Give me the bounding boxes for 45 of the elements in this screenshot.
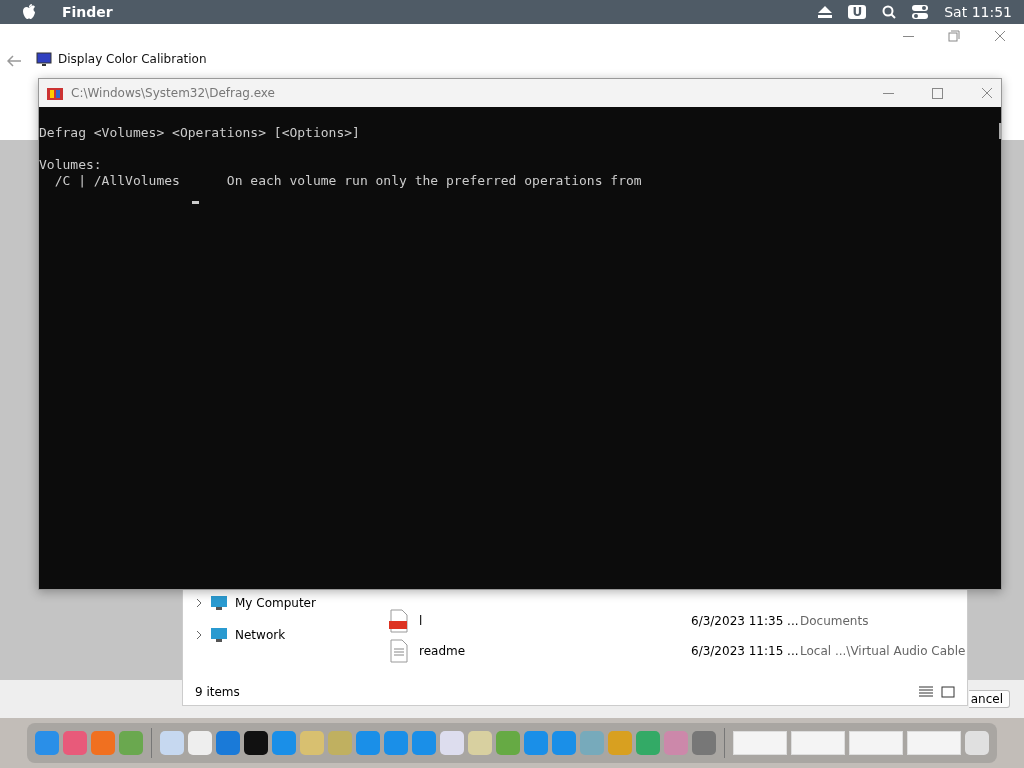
restore-icon[interactable] — [948, 30, 960, 42]
file-date: 6/3/2023 11:35 ... — [691, 614, 800, 628]
input-badge[interactable]: U — [848, 5, 867, 19]
apple-logo-icon[interactable] — [22, 4, 36, 20]
file-name[interactable]: l — [419, 614, 691, 628]
file-date: 6/3/2023 11:15 ... — [691, 644, 800, 658]
tile-view-icon[interactable] — [941, 686, 955, 698]
clock: Sat 11:51 — [944, 4, 1012, 20]
file-location: Local ...\Virtual Audio Cable — [800, 644, 966, 658]
expand-chevron-icon[interactable] — [195, 630, 203, 640]
file-location: Documents — [800, 614, 869, 628]
document-icon — [389, 639, 409, 663]
text-cursor — [192, 201, 199, 204]
scrollbar-thumb[interactable] — [999, 123, 1002, 139]
window-title: C:\Windows\System32\Defrag.exe — [71, 86, 275, 100]
console-line: Volumes: — [39, 157, 102, 173]
minimize-icon[interactable] — [883, 92, 894, 94]
monitor-icon — [36, 52, 52, 66]
minimize-icon[interactable] — [903, 35, 914, 37]
defrag-icon — [47, 86, 63, 100]
file-name[interactable]: readme — [419, 644, 691, 658]
expand-chevron-icon[interactable] — [195, 598, 203, 608]
window-thumbnail[interactable] — [791, 731, 845, 755]
app-name[interactable]: Finder — [62, 4, 113, 20]
cancel-button[interactable]: ancel — [968, 689, 1010, 708]
computer-icon — [211, 596, 227, 610]
pdf-file-icon — [389, 609, 409, 633]
tree-item[interactable]: Network — [235, 628, 286, 642]
computer-icon — [211, 628, 227, 642]
search-icon[interactable] — [882, 5, 897, 19]
close-icon[interactable] — [994, 30, 1006, 42]
close-icon[interactable] — [981, 87, 993, 99]
window-thumbnail[interactable] — [733, 731, 787, 755]
eject-icon[interactable] — [818, 6, 833, 18]
window-thumbnail[interactable] — [849, 731, 903, 755]
back-arrow-icon[interactable] — [7, 55, 21, 67]
list-view-icon[interactable] — [919, 686, 933, 698]
toggles-icon[interactable] — [912, 5, 929, 19]
item-count: 9 items — [195, 685, 240, 699]
window-title: Display Color Calibration — [58, 52, 207, 66]
console-line: Defrag <Volumes> <Operations> [<Options>] — [39, 125, 360, 141]
tree-item[interactable]: My Computer — [235, 596, 316, 610]
maximize-icon[interactable] — [932, 87, 943, 99]
window-thumbnail[interactable] — [907, 731, 961, 755]
console-line: /C | /AllVolumes On each volume run only the preferred operations from — [53, 173, 642, 189]
